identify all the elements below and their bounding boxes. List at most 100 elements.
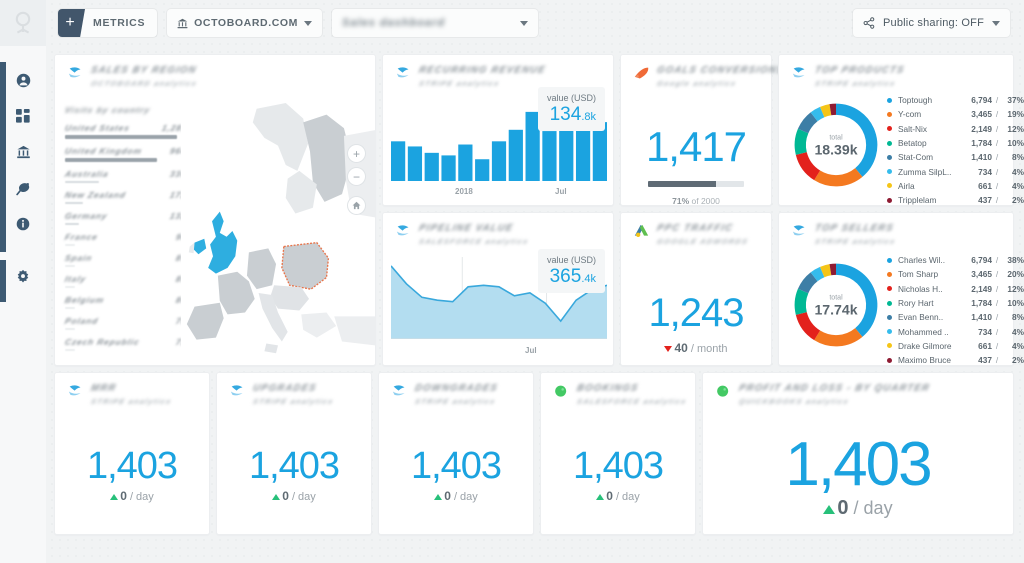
widget-goals-conversions[interactable]: GOALS CONVERSIONS Google analytics 1,417…	[620, 54, 772, 206]
widget-kpi-profit-and-loss-by-quarter[interactable]: PROFIT AND LOSS - BY QUARTERQUICKBOOKS a…	[702, 372, 1014, 535]
bar[interactable]	[391, 141, 405, 181]
app-logo[interactable]	[0, 0, 46, 46]
legend-row[interactable]: Evan Benn..1,410/8%	[887, 310, 1024, 324]
legend-row[interactable]: Toptough6,794/37%	[887, 93, 1024, 107]
dashboard-grid: SALES BY REGION OCTOBOARD analytics Visi…	[46, 46, 1024, 563]
legend-separator: /	[992, 95, 1002, 105]
legend-row[interactable]: Nicholas H..2,149/12%	[887, 282, 1024, 296]
country-row[interactable]: Australia336	[65, 169, 187, 183]
legend-row[interactable]: Maximo Bruce437/2%	[887, 353, 1024, 367]
delta-value: 40	[674, 341, 687, 355]
country-row[interactable]: New Zealand172	[65, 190, 187, 204]
bar[interactable]	[441, 155, 455, 181]
octoboard-icon	[395, 224, 412, 239]
bar[interactable]	[425, 153, 439, 181]
dashboard-selector[interactable]: Sales dashboard	[332, 9, 538, 37]
widget-header: GOALS CONVERSIONS Google analytics	[621, 55, 771, 88]
legend-separator: /	[992, 181, 1002, 191]
country-row[interactable]: Italy85	[65, 274, 187, 288]
donut-segment[interactable]	[803, 117, 814, 131]
public-sharing-toggle[interactable]: Public sharing: OFF	[853, 9, 1010, 37]
sidebar-item-clients[interactable]	[0, 134, 46, 170]
legend-color-dot	[887, 329, 892, 334]
legend-value: 661	[962, 181, 992, 191]
widget-recurring-revenue[interactable]: RECURRING REVENUE STRIPE analytics 2018 …	[382, 54, 614, 206]
legend-row[interactable]: Tripplelam437/2%	[887, 193, 1024, 207]
legend-label: Airla	[898, 181, 962, 191]
legend-row[interactable]: Mohammed ..734/4%	[887, 324, 1024, 338]
widget-sales-by-region[interactable]: SALES BY REGION OCTOBOARD analytics Visi…	[54, 54, 376, 366]
goal-progress: 71% of 2000	[621, 175, 771, 206]
map-zoom-out-button[interactable]: −	[348, 168, 365, 185]
sidebar-item-info[interactable]	[0, 206, 46, 242]
widget-title: UPGRADES	[252, 383, 335, 394]
europe-map[interactable]	[181, 101, 375, 359]
legend-row[interactable]: Y-com3,465/19%	[887, 107, 1024, 121]
kpi-value: 1,403	[703, 429, 1013, 500]
widget-top-sellers[interactable]: TOP SELLERS STRIPE analytics total17.74k…	[778, 212, 1014, 366]
donut-segment[interactable]	[822, 110, 830, 112]
add-metrics-button[interactable]: + METRICS	[58, 9, 157, 37]
legend-row[interactable]: Zumma SilpL..734/4%	[887, 164, 1024, 178]
country-list: Visits by country United States1,281Unit…	[65, 105, 187, 358]
donut-segment[interactable]	[817, 172, 859, 180]
country-bar	[65, 158, 157, 162]
country-bar	[65, 328, 75, 330]
country-row[interactable]: Belgium80	[65, 295, 187, 309]
sidebar-item-settings[interactable]	[0, 258, 46, 294]
legend-row[interactable]: Airla661/4%	[887, 179, 1024, 193]
sidebar-item-dashboards[interactable]	[0, 98, 46, 134]
country-row[interactable]: France98	[65, 232, 187, 246]
sidebar-item-account[interactable]	[0, 62, 46, 98]
country-row[interactable]: Spain89	[65, 253, 187, 267]
widget-kpi-downgrades[interactable]: DOWNGRADESSTRIPE analytics1,4030 / day	[378, 372, 534, 535]
legend-label: Mohammed ..	[898, 327, 962, 337]
legend-row[interactable]: Salt-Nix2,149/12%	[887, 122, 1024, 136]
donut-segment[interactable]	[814, 272, 822, 277]
map-home-button[interactable]	[348, 197, 365, 214]
bar[interactable]	[408, 146, 422, 181]
widget-title: GOALS CONVERSIONS	[656, 65, 785, 76]
legend-row[interactable]: Rory Hart1,784/10%	[887, 296, 1024, 310]
legend-row[interactable]: Drake Gilmore661/4%	[887, 339, 1024, 353]
bar[interactable]	[542, 131, 556, 181]
legend-color-dot	[887, 183, 892, 188]
country-row[interactable]: United Kingdom964	[65, 146, 187, 162]
widget-pipeline-value[interactable]: PIPELINE VALUE SALESFORCE analytics Jul …	[382, 212, 614, 366]
widget-kpi-upgrades[interactable]: UPGRADESSTRIPE analytics1,4030 / day	[216, 372, 372, 535]
bar[interactable]	[458, 145, 472, 181]
account-selector[interactable]: OCTOBOARD.COM	[167, 9, 322, 37]
legend-row[interactable]: Stat-Com1,410/8%	[887, 150, 1024, 164]
country-row[interactable]: Germany132	[65, 211, 187, 225]
top-toolbar: + METRICS OCTOBOARD.COM Sales dashboard	[46, 0, 1024, 46]
donut-chart-products[interactable]: total18.39k	[789, 95, 883, 195]
tooltip-value: 365.4k	[547, 267, 596, 286]
map-zoom-in-button[interactable]: +	[348, 145, 365, 162]
widget-subtitle: STRIPE analytics	[814, 79, 905, 88]
donut-segment[interactable]	[800, 131, 803, 153]
widget-ppc-traffic[interactable]: PPC TRAFFIC GOOGLE ADWORDS 1,243 40 / mo…	[620, 212, 772, 366]
donut-segment[interactable]	[803, 277, 814, 291]
legend-row[interactable]: Betatop1,784/10%	[887, 136, 1024, 150]
legend-row[interactable]: Tom Sharp3,465/20%	[887, 267, 1024, 281]
tooltip-value: 134.8k	[547, 105, 596, 124]
country-name: Italy	[64, 274, 87, 284]
sidebar-item-integrations[interactable]	[0, 170, 46, 206]
donut-segment[interactable]	[814, 112, 822, 117]
donut-segment[interactable]	[817, 332, 859, 340]
widget-top-products[interactable]: TOP PRODUCTS STRIPE analytics total18.39…	[778, 54, 1014, 206]
country-row[interactable]: Poland78	[65, 316, 187, 330]
legend-separator: /	[992, 167, 1002, 177]
donut-chart-sellers[interactable]: total17.74k	[789, 255, 883, 355]
bar[interactable]	[509, 130, 523, 181]
widget-kpi-bookings[interactable]: BOOKINGSSALESFORCE analytics1,4030 / day	[540, 372, 696, 535]
bar[interactable]	[492, 141, 506, 181]
country-row[interactable]: Czech Republic72	[65, 337, 187, 351]
donut-segment[interactable]	[800, 291, 803, 313]
country-row[interactable]: United States1,281	[65, 123, 187, 139]
widget-kpi-mrr[interactable]: MRRSTRIPE analytics1,4030 / day	[54, 372, 210, 535]
legend-row[interactable]: Charles Wil..6,794/38%	[887, 253, 1024, 267]
donut-segment[interactable]	[822, 270, 830, 272]
legend-percent: 19%	[1002, 109, 1024, 119]
bar[interactable]	[475, 159, 489, 181]
